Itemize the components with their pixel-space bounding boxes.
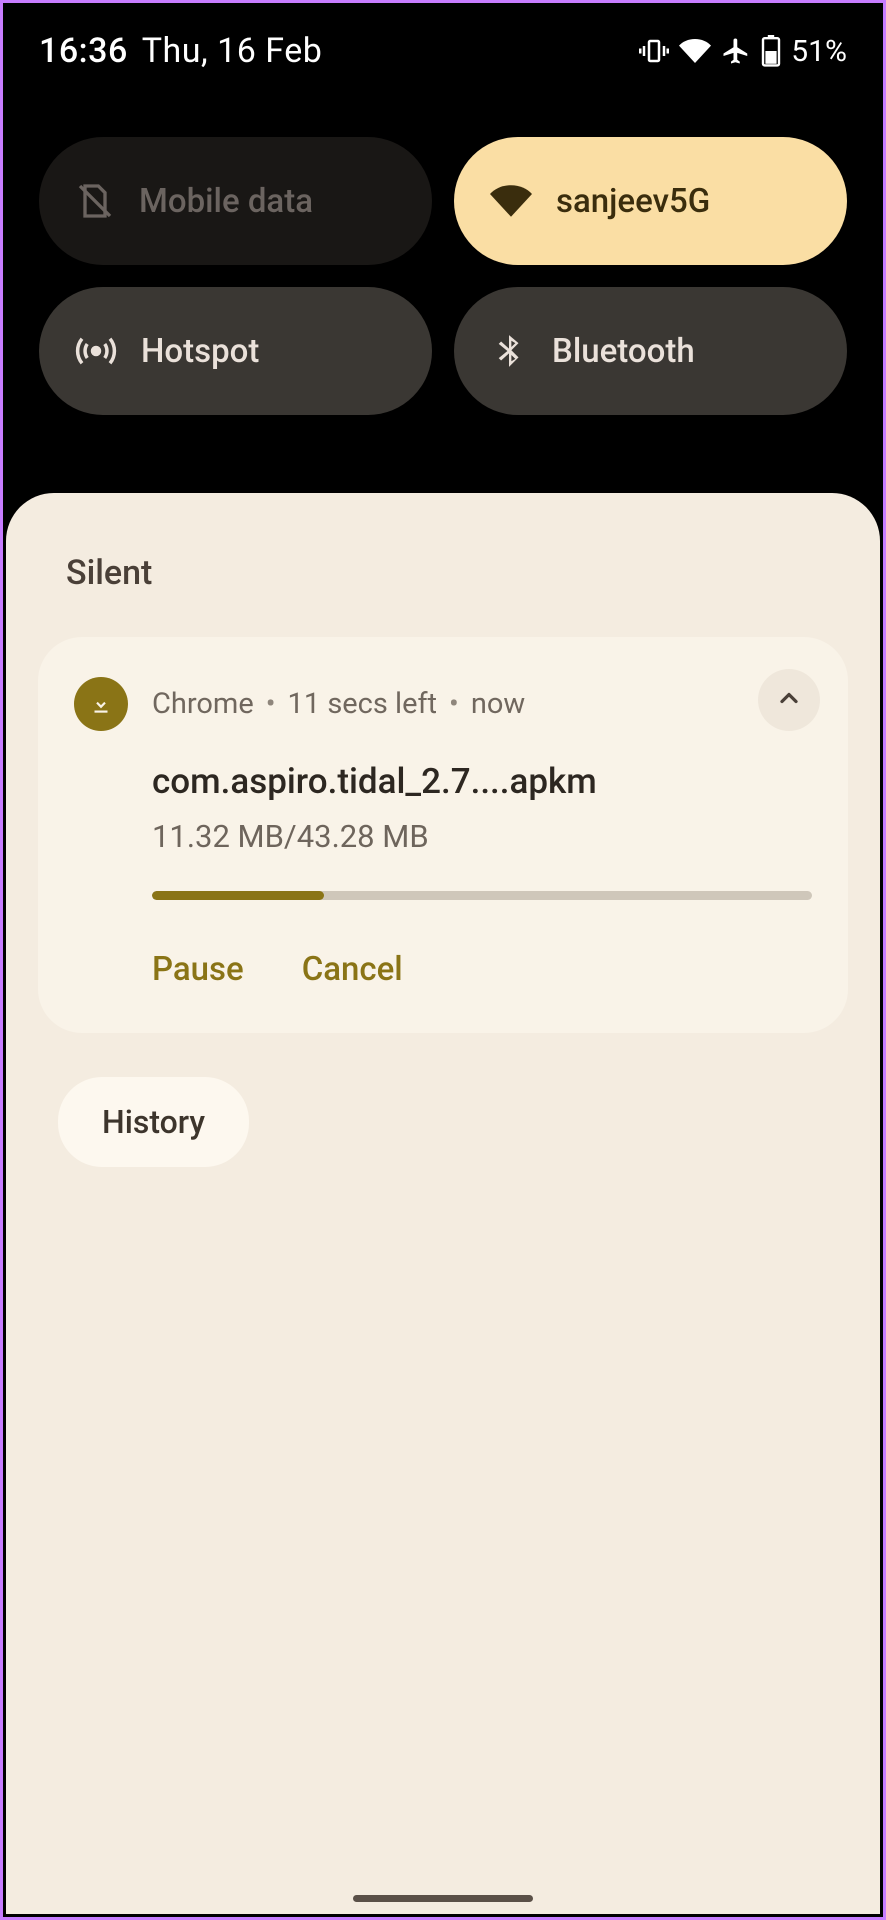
notification-header: Chrome • 11 secs left • now xyxy=(74,677,812,731)
tile-label: Bluetooth xyxy=(552,332,695,371)
notification-body: com.aspiro.tidal_2.7....apkm 11.32 MB/43… xyxy=(74,761,812,989)
tile-label: sanjeev5G xyxy=(556,182,710,221)
chevron-up-icon xyxy=(775,684,803,716)
pause-button[interactable]: Pause xyxy=(152,950,244,989)
cancel-button[interactable]: Cancel xyxy=(302,950,403,989)
tile-mobile-data[interactable]: Mobile data xyxy=(39,137,432,265)
notification-actions: Pause Cancel xyxy=(152,950,812,989)
tile-label: Hotspot xyxy=(141,332,259,371)
progress-fill xyxy=(152,891,324,900)
wifi-icon xyxy=(490,180,532,222)
wifi-status-icon xyxy=(679,35,711,67)
download-filename: com.aspiro.tidal_2.7....apkm xyxy=(152,761,812,802)
tile-hotspot[interactable]: Hotspot xyxy=(39,287,432,415)
hotspot-icon xyxy=(75,330,117,372)
sim-off-icon xyxy=(75,181,115,221)
status-left: 16:36 Thu, 16 Feb xyxy=(39,31,322,71)
tile-bluetooth[interactable]: Bluetooth xyxy=(454,287,847,415)
separator-dot: • xyxy=(449,687,459,721)
quick-tiles: Mobile data sanjeev5G Hotspot Bluetooth xyxy=(3,89,883,455)
section-silent-label: Silent xyxy=(38,553,848,593)
tile-wifi[interactable]: sanjeev5G xyxy=(454,137,847,265)
time-left: 11 secs left xyxy=(288,687,437,721)
status-date: Thu, 16 Feb xyxy=(142,31,323,71)
battery-icon xyxy=(761,35,781,67)
progress-bar xyxy=(152,891,812,900)
separator-dot: • xyxy=(266,687,276,721)
download-app-icon xyxy=(74,677,128,731)
collapse-button[interactable] xyxy=(758,669,820,731)
download-size: 11.32 MB/43.28 MB xyxy=(152,818,812,855)
when: now xyxy=(471,687,525,721)
airplane-icon xyxy=(721,36,751,66)
notification-shade: Silent Chrome • 11 secs left • now xyxy=(6,493,880,1914)
notification-meta: Chrome • 11 secs left • now xyxy=(152,687,525,721)
history-chip[interactable]: History xyxy=(58,1077,249,1167)
status-bar: 16:36 Thu, 16 Feb 51% xyxy=(3,3,883,89)
download-notification[interactable]: Chrome • 11 secs left • now com.aspiro.t… xyxy=(38,637,848,1033)
battery-percent: 51% xyxy=(791,34,847,69)
status-time: 16:36 xyxy=(39,31,128,71)
tile-label: Mobile data xyxy=(139,182,313,221)
bluetooth-icon xyxy=(490,332,528,370)
vibrate-icon xyxy=(639,36,669,66)
gesture-nav-bar[interactable] xyxy=(353,1895,533,1902)
status-right: 51% xyxy=(639,34,847,69)
app-name: Chrome xyxy=(152,687,254,721)
